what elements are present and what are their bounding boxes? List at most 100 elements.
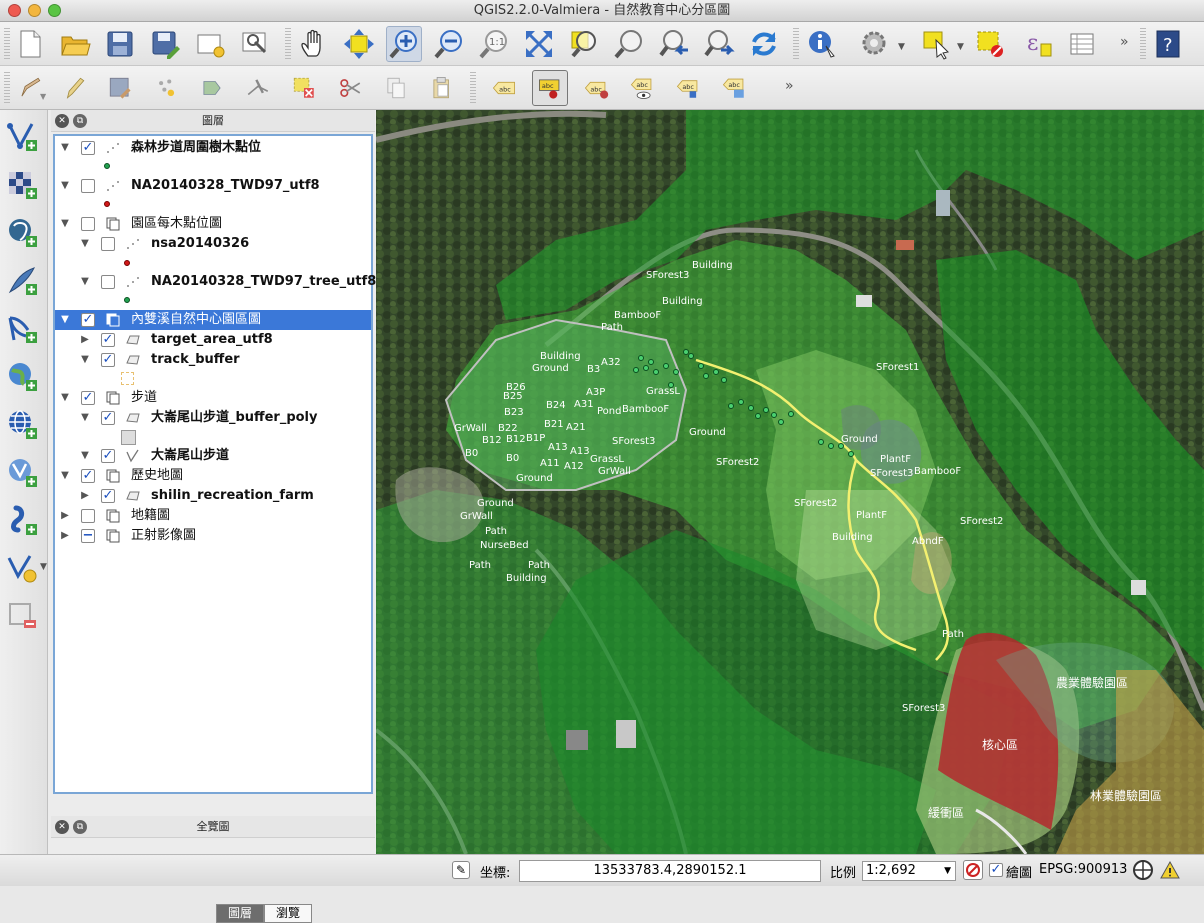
current-edits-dropdown-icon[interactable]: ▼ bbox=[40, 92, 46, 101]
run-action-dropdown-icon[interactable]: ▼ bbox=[898, 42, 905, 52]
delete-selected-icon[interactable] bbox=[286, 70, 322, 106]
layer-checkbox[interactable] bbox=[81, 179, 95, 193]
collapse-triangle-icon[interactable]: ▼ bbox=[59, 310, 71, 330]
layer-checkbox[interactable] bbox=[101, 237, 115, 251]
group-checkbox[interactable]: ✓ bbox=[81, 391, 95, 405]
collapse-triangle-icon[interactable]: ▼ bbox=[59, 176, 71, 196]
add-delimited-text-icon[interactable] bbox=[4, 502, 40, 538]
remove-layer-icon[interactable] bbox=[4, 598, 40, 634]
toolbar-grip[interactable] bbox=[793, 28, 799, 60]
zoom-out-icon[interactable] bbox=[431, 26, 467, 62]
pan-to-selection-icon[interactable] bbox=[341, 26, 377, 62]
close-panel-icon[interactable]: ✕ bbox=[55, 820, 69, 834]
layer-checkbox[interactable]: ✓ bbox=[101, 353, 115, 367]
zoom-to-layer-icon[interactable] bbox=[611, 26, 647, 62]
expand-triangle-icon[interactable]: ▶ bbox=[79, 486, 91, 506]
render-checkbox[interactable]: ✓ bbox=[989, 863, 1003, 877]
layer-group-row[interactable]: ▼ 園區每木點位圖 bbox=[55, 214, 371, 234]
map-render[interactable]: SForest3BuildingBuildingBambooFPathBuild… bbox=[376, 110, 1204, 854]
new-print-composer-icon[interactable] bbox=[192, 26, 228, 62]
float-panel-icon[interactable]: ⧉ bbox=[73, 114, 87, 128]
toolbar-grip[interactable] bbox=[4, 28, 10, 60]
layer-checkbox[interactable]: ✓ bbox=[81, 141, 95, 155]
new-shapefile-icon[interactable] bbox=[4, 550, 40, 586]
save-project-icon[interactable] bbox=[102, 26, 138, 62]
add-feature-icon[interactable] bbox=[148, 70, 184, 106]
toolbar-grip[interactable] bbox=[470, 72, 476, 104]
add-wms-layer-icon[interactable] bbox=[4, 358, 40, 394]
layer-row[interactable]: ▼ ✓ track_buffer bbox=[55, 350, 371, 370]
expand-triangle-icon[interactable]: ▶ bbox=[59, 526, 71, 546]
zoom-window-button[interactable] bbox=[48, 4, 61, 17]
new-layer-dropdown-icon[interactable]: ▼ bbox=[40, 562, 47, 572]
toolbar-grip[interactable] bbox=[1140, 28, 1146, 60]
tab-browser[interactable]: 瀏覽 bbox=[264, 904, 312, 923]
toolbar-grip[interactable] bbox=[4, 72, 10, 104]
add-wcs-layer-icon[interactable] bbox=[4, 406, 40, 442]
group-checkbox-partial[interactable]: − bbox=[81, 529, 95, 543]
map-canvas[interactable]: SForest3 Building Building BambooF Path Build… bbox=[376, 110, 1204, 854]
add-mssql-layer-icon[interactable] bbox=[4, 310, 40, 346]
layer-checkbox[interactable]: ✓ bbox=[101, 333, 115, 347]
layer-row[interactable]: ▼ NA20140328_TWD97_utf8 bbox=[55, 176, 371, 196]
layer-row[interactable]: ▼ ✓ 森林步道周圍樹木點位 bbox=[55, 138, 371, 158]
layer-row[interactable]: ▼ ✓ 大崙尾山步道 bbox=[55, 446, 371, 466]
label-icon[interactable]: abc bbox=[486, 70, 522, 106]
layer-group-row-selected[interactable]: ▼ ✓ 內雙溪自然中心園區圖 bbox=[55, 310, 371, 330]
identify-icon[interactable] bbox=[804, 26, 840, 62]
save-as-icon[interactable] bbox=[147, 26, 183, 62]
tab-layers[interactable]: 圖層 bbox=[216, 904, 264, 923]
run-action-icon[interactable] bbox=[857, 26, 893, 62]
save-edits-icon[interactable] bbox=[102, 70, 138, 106]
close-panel-icon[interactable]: ✕ bbox=[55, 114, 69, 128]
warning-icon[interactable] bbox=[1160, 860, 1180, 880]
paste-features-icon[interactable] bbox=[424, 70, 460, 106]
group-checkbox[interactable] bbox=[81, 509, 95, 523]
layer-row[interactable]: ▶ ✓ shilin_recreation_farm bbox=[55, 486, 371, 506]
select-dropdown-icon[interactable]: ▼ bbox=[957, 42, 964, 52]
collapse-triangle-icon[interactable]: ▼ bbox=[59, 138, 71, 158]
layer-checkbox[interactable]: ✓ bbox=[101, 489, 115, 503]
layer-row[interactable]: ▼ NA20140328_TWD97_tree_utf8 bbox=[55, 272, 376, 292]
collapse-triangle-icon[interactable]: ▼ bbox=[79, 350, 91, 370]
more-label-tools-icon[interactable]: » bbox=[785, 78, 794, 94]
zoom-last-icon[interactable] bbox=[656, 26, 692, 62]
layer-group-row[interactable]: ▶ − 正射影像圖 bbox=[55, 526, 371, 546]
move-feature-icon[interactable] bbox=[194, 70, 230, 106]
group-checkbox[interactable]: ✓ bbox=[81, 469, 95, 483]
add-vector-layer-icon[interactable] bbox=[4, 118, 40, 154]
expand-triangle-icon[interactable]: ▶ bbox=[59, 506, 71, 526]
group-checkbox[interactable]: ✓ bbox=[81, 313, 95, 327]
pin-labels-icon[interactable]: abc bbox=[532, 70, 568, 106]
deselect-icon[interactable] bbox=[972, 26, 1008, 62]
cut-features-icon[interactable] bbox=[332, 70, 368, 106]
toggle-editing-icon[interactable] bbox=[56, 70, 92, 106]
zoom-full-icon[interactable] bbox=[521, 26, 557, 62]
open-project-icon[interactable] bbox=[57, 26, 93, 62]
crs-label[interactable]: EPSG:900913 bbox=[1039, 862, 1127, 877]
layer-row[interactable]: ▼ ✓ 大崙尾山步道_buffer_poly bbox=[55, 408, 371, 428]
composer-manager-icon[interactable] bbox=[237, 26, 273, 62]
expand-triangle-icon[interactable]: ▶ bbox=[79, 330, 91, 350]
zoom-next-icon[interactable] bbox=[701, 26, 737, 62]
toolbar-grip[interactable] bbox=[285, 28, 291, 60]
collapse-triangle-icon[interactable]: ▼ bbox=[79, 234, 91, 254]
zoom-to-selection-icon[interactable] bbox=[566, 26, 602, 62]
zoom-in-icon[interactable] bbox=[386, 26, 422, 62]
measure-icon[interactable]: ε bbox=[1021, 26, 1057, 62]
highlight-pinned-icon[interactable]: abc bbox=[578, 70, 614, 106]
change-label-icon[interactable]: abc bbox=[716, 70, 752, 106]
stop-render-icon[interactable] bbox=[963, 860, 983, 880]
copy-features-icon[interactable] bbox=[378, 70, 414, 106]
collapse-triangle-icon[interactable]: ▼ bbox=[79, 272, 91, 292]
toggle-extents-icon[interactable]: ✎ bbox=[452, 861, 470, 879]
layer-row[interactable]: ▼ nsa20140326 bbox=[55, 234, 371, 254]
refresh-icon[interactable] bbox=[746, 26, 782, 62]
crs-globe-icon[interactable] bbox=[1133, 860, 1153, 880]
select-features-icon[interactable] bbox=[918, 26, 954, 62]
add-spatialite-layer-icon[interactable] bbox=[4, 262, 40, 298]
node-tool-icon[interactable] bbox=[240, 70, 276, 106]
help-icon[interactable]: ? bbox=[1150, 26, 1186, 62]
new-project-icon[interactable] bbox=[12, 26, 48, 62]
collapse-triangle-icon[interactable]: ▼ bbox=[79, 408, 91, 428]
